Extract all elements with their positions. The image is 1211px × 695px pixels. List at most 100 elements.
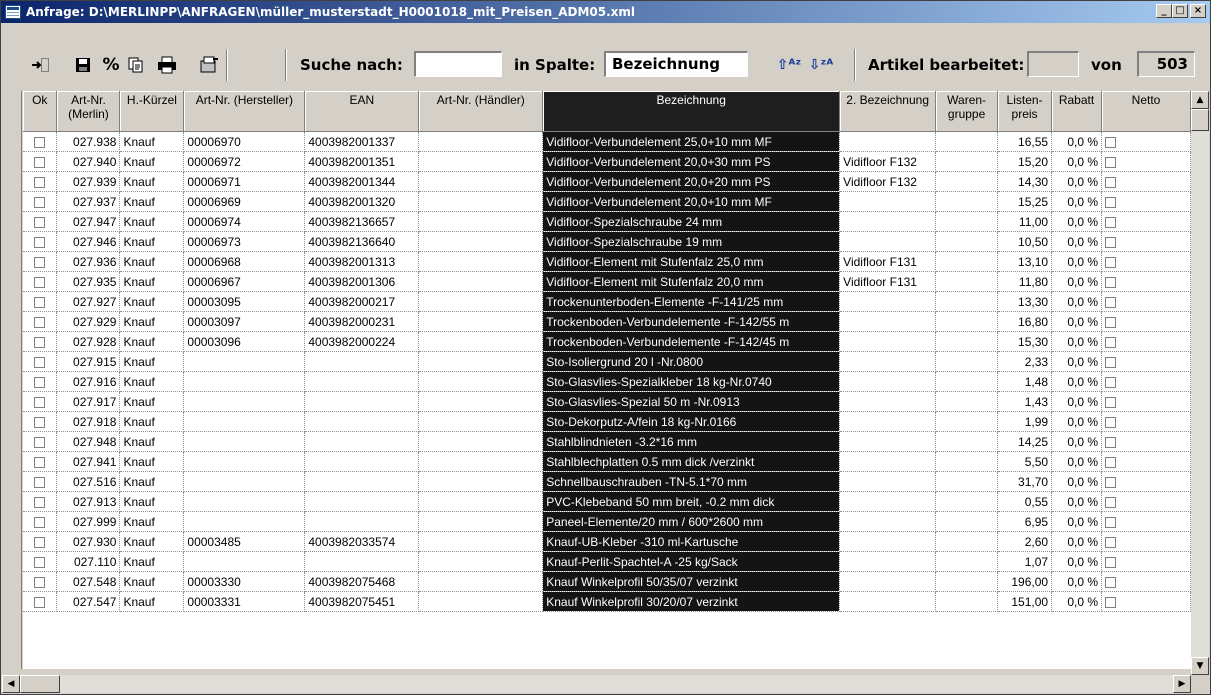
art-merlin-cell[interactable]: 027.547 — [56, 591, 121, 612]
netto-checkbox[interactable] — [1105, 176, 1117, 188]
percent-icon[interactable]: % — [99, 53, 123, 77]
ok-cell[interactable] — [23, 491, 58, 512]
ok-cell[interactable] — [23, 271, 58, 292]
ok-cell[interactable] — [23, 351, 58, 372]
art-merlin-cell[interactable]: 027.929 — [56, 311, 121, 332]
ok-cell[interactable] — [23, 551, 58, 572]
ok-checkbox[interactable] — [34, 416, 46, 428]
art-merlin-cell[interactable]: 027.946 — [56, 231, 121, 252]
bezeichnung-cell[interactable]: Vidifloor-Element mit Stufenfalz 25,0 mm — [542, 251, 841, 272]
listenpreis-cell[interactable]: 13,30 — [997, 291, 1053, 312]
ean-cell[interactable]: 4003982001320 — [304, 191, 420, 212]
bezeichnung-cell[interactable]: Trockenunterboden-Elemente -F-141/25 mm — [542, 291, 841, 312]
art-haendler-cell[interactable] — [418, 571, 544, 592]
listenpreis-cell[interactable]: 13,10 — [997, 251, 1053, 272]
bezeichnung-2-cell[interactable]: Vidifloor F132 — [839, 151, 937, 172]
ok-cell[interactable] — [23, 131, 58, 152]
table-row[interactable]: 027.947 Knauf 00006974 4003982136657 Vidiflo… — [23, 211, 1191, 232]
ean-cell[interactable]: 4003982033574 — [304, 531, 420, 552]
netto-checkbox[interactable] — [1105, 316, 1117, 328]
netto-checkbox[interactable] — [1105, 396, 1117, 408]
col-header-ok[interactable]: Ok — [23, 91, 58, 132]
ok-cell[interactable] — [23, 331, 58, 352]
art-haendler-cell[interactable] — [418, 231, 544, 252]
art-haendler-cell[interactable] — [418, 191, 544, 212]
bezeichnung-cell[interactable]: Sto-Glasvlies-Spezialkleber 18 kg-Nr.074… — [542, 371, 841, 392]
bezeichnung-2-cell[interactable] — [839, 531, 937, 552]
rabatt-cell[interactable]: 0,0 % — [1051, 171, 1103, 192]
netto-cell[interactable] — [1101, 191, 1191, 212]
bezeichnung-2-cell[interactable] — [839, 191, 937, 212]
netto-checkbox[interactable] — [1105, 516, 1117, 528]
minimize-button[interactable]: _ — [1156, 4, 1172, 18]
hkuerzel-cell[interactable]: Knauf — [119, 591, 185, 612]
ean-cell[interactable]: 4003982136640 — [304, 231, 420, 252]
ean-cell[interactable]: 4003982000217 — [304, 291, 420, 312]
netto-checkbox[interactable] — [1105, 276, 1117, 288]
horizontal-scroll-thumb[interactable] — [20, 675, 60, 693]
listenpreis-cell[interactable]: 16,55 — [997, 131, 1053, 152]
art-hersteller-cell[interactable]: 00006972 — [183, 151, 306, 172]
listenpreis-cell[interactable]: 151,00 — [997, 591, 1053, 612]
table-row[interactable]: 027.915 Knauf Sto-Isoliergrund 20 l -Nr.08… — [23, 351, 1191, 372]
table-row[interactable]: 027.916 Knauf Sto-Glasvlies-Spezialkleber … — [23, 371, 1191, 392]
art-hersteller-cell[interactable]: 00006971 — [183, 171, 306, 192]
ok-checkbox[interactable] — [34, 336, 46, 348]
rabatt-cell[interactable]: 0,0 % — [1051, 391, 1103, 412]
bezeichnung-cell[interactable]: Vidifloor-Verbundelement 20,0+10 mm MF — [542, 191, 841, 212]
rabatt-cell[interactable]: 0,0 % — [1051, 371, 1103, 392]
hkuerzel-cell[interactable]: Knauf — [119, 431, 185, 452]
listenpreis-cell[interactable]: 6,95 — [997, 511, 1053, 532]
table-row[interactable]: 027.548 Knauf 00003330 4003982075468 Knauf W… — [23, 571, 1191, 592]
copy-icon[interactable] — [124, 53, 148, 77]
warengruppe-cell[interactable] — [935, 471, 999, 492]
exit-icon[interactable] — [29, 53, 53, 77]
ean-cell[interactable] — [304, 391, 420, 412]
ok-checkbox[interactable] — [34, 576, 46, 588]
hkuerzel-cell[interactable]: Knauf — [119, 371, 185, 392]
warengruppe-cell[interactable] — [935, 311, 999, 332]
art-haendler-cell[interactable] — [418, 311, 544, 332]
art-haendler-cell[interactable] — [418, 131, 544, 152]
bezeichnung-2-cell[interactable] — [839, 211, 937, 232]
art-hersteller-cell[interactable]: 00006969 — [183, 191, 306, 212]
bezeichnung-cell[interactable]: Stahlblechplatten 0.5 mm dick /verzinkt — [542, 451, 841, 472]
hkuerzel-cell[interactable]: Knauf — [119, 551, 185, 572]
netto-cell[interactable] — [1101, 331, 1191, 352]
ok-cell[interactable] — [23, 231, 58, 252]
ok-checkbox[interactable] — [34, 196, 46, 208]
bezeichnung-cell[interactable]: Trockenboden-Verbundelemente -F-142/55 m — [542, 311, 841, 332]
table-row[interactable]: 027.918 Knauf Sto-Dekorputz-A/fein 18 kg-N… — [23, 411, 1191, 432]
warengruppe-cell[interactable] — [935, 251, 999, 272]
ean-cell[interactable] — [304, 371, 420, 392]
ean-cell[interactable]: 4003982075468 — [304, 571, 420, 592]
sort-ascending-icon[interactable]: ⇧ᴬᶻ — [777, 53, 801, 77]
art-haendler-cell[interactable] — [418, 591, 544, 612]
ok-cell[interactable] — [23, 151, 58, 172]
netto-cell[interactable] — [1101, 491, 1191, 512]
art-hersteller-cell[interactable] — [183, 371, 306, 392]
art-merlin-cell[interactable]: 027.936 — [56, 251, 121, 272]
ok-cell[interactable] — [23, 391, 58, 412]
title-bar[interactable]: Anfrage: D:\MERLINPP\ANFRAGEN\müller_mus… — [1, 1, 1210, 23]
ean-cell[interactable] — [304, 451, 420, 472]
netto-cell[interactable] — [1101, 171, 1191, 192]
warengruppe-cell[interactable] — [935, 511, 999, 532]
art-hersteller-cell[interactable] — [183, 411, 306, 432]
ok-cell[interactable] — [23, 431, 58, 452]
rabatt-cell[interactable]: 0,0 % — [1051, 571, 1103, 592]
netto-checkbox[interactable] — [1105, 136, 1117, 148]
listenpreis-cell[interactable]: 14,25 — [997, 431, 1053, 452]
col-header-ean[interactable]: EAN — [304, 91, 420, 132]
hkuerzel-cell[interactable]: Knauf — [119, 191, 185, 212]
warengruppe-cell[interactable] — [935, 571, 999, 592]
warengruppe-cell[interactable] — [935, 411, 999, 432]
ok-cell[interactable] — [23, 571, 58, 592]
art-hersteller-cell[interactable] — [183, 511, 306, 532]
hkuerzel-cell[interactable]: Knauf — [119, 231, 185, 252]
scroll-right-button[interactable]: ▶ — [1173, 675, 1191, 693]
art-haendler-cell[interactable] — [418, 511, 544, 532]
scroll-down-button[interactable]: ▼ — [1191, 657, 1209, 675]
ok-cell[interactable] — [23, 171, 58, 192]
art-hersteller-cell[interactable] — [183, 471, 306, 492]
